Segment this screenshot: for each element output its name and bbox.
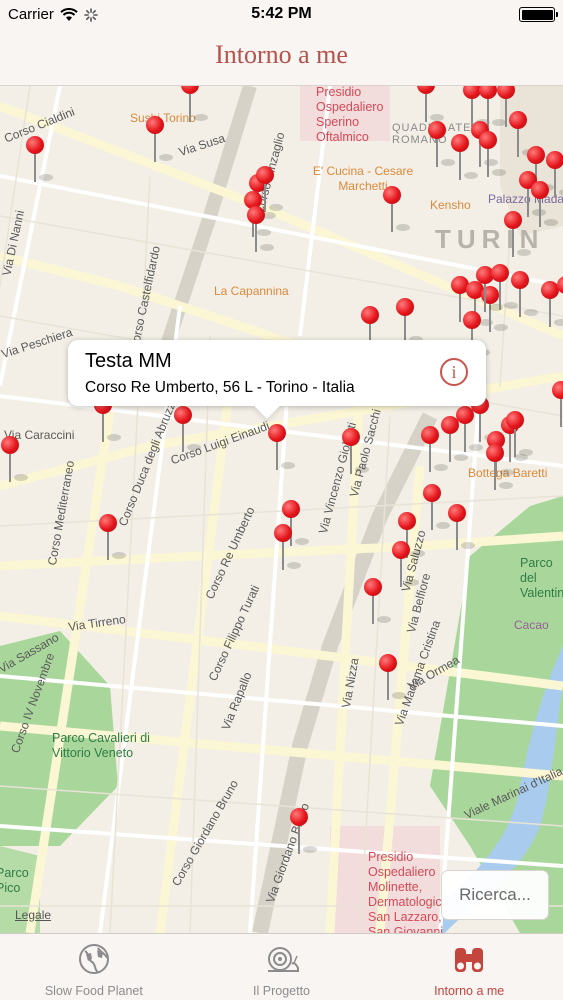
map-pin[interactable] — [510, 271, 538, 321]
binoculars-icon — [455, 948, 484, 972]
map-pin[interactable] — [450, 134, 478, 184]
navigation-bar: Intorno a me — [0, 30, 563, 86]
tab-il-progetto[interactable]: Il Progetto — [188, 934, 376, 1000]
map-pin[interactable] — [25, 136, 53, 186]
map-pin[interactable] — [341, 428, 369, 478]
map-pin[interactable] — [427, 121, 455, 171]
tab-label: Intorno a me — [434, 984, 505, 998]
status-time: 5:42 PM — [251, 5, 312, 22]
map-pin[interactable] — [422, 484, 450, 534]
callout-subtitle: Corso Re Umberto, 56 L - Torino - Italia — [85, 379, 355, 396]
park-label: Parco Cavalieri di Vittorio Veneto — [52, 731, 150, 760]
tab-slow-food-planet[interactable]: Slow Food Planet — [0, 934, 188, 1000]
park-label: Parco del Valentino — [520, 556, 563, 600]
map-pin[interactable] — [478, 131, 506, 181]
map-pin[interactable] — [382, 186, 410, 236]
map-pin[interactable] — [173, 406, 201, 456]
map-pin[interactable] — [416, 86, 444, 126]
info-button[interactable]: i — [440, 358, 468, 386]
annotation-callout[interactable]: Testa MM Corso Re Umberto, 56 L - Torino… — [68, 340, 486, 406]
map-pin[interactable] — [551, 381, 563, 431]
hospital-label: Presidio Ospedaliero Sperino Oftalmico — [316, 86, 384, 144]
map-pin[interactable] — [391, 541, 419, 591]
map-pin[interactable] — [0, 436, 28, 486]
battery-icon — [519, 7, 558, 22]
legal-link[interactable]: Legale — [15, 908, 51, 922]
map-pin[interactable] — [267, 424, 295, 474]
page-title: Intorno a me — [215, 40, 348, 69]
snail-icon — [267, 947, 299, 972]
map-pin[interactable] — [545, 151, 563, 201]
callout-title: Testa MM — [85, 350, 172, 372]
map-pin[interactable] — [447, 504, 475, 554]
poi-label: Cacao — [514, 618, 549, 632]
poi-label: Kensho — [430, 198, 471, 212]
map-pin[interactable] — [363, 578, 391, 628]
map-pin[interactable] — [485, 444, 513, 494]
status-bar: Carrier 5:42 PM — [0, 0, 563, 30]
tab-bar: Slow Food Planet Il Progetto Intorno a m… — [0, 933, 563, 1000]
search-button[interactable]: Ricerca... — [441, 870, 549, 920]
poi-label: La Capannina — [214, 284, 289, 298]
tab-intorno-a-me[interactable]: Intorno a me — [375, 934, 563, 1000]
map-pin[interactable] — [180, 86, 208, 126]
map-pin[interactable] — [505, 411, 533, 461]
map-view[interactable]: TURIN Corso Cialdini Corso Vinzaglio Via… — [0, 86, 563, 933]
map-pin[interactable] — [490, 264, 518, 314]
tab-label: Slow Food Planet — [44, 984, 143, 998]
map-pin[interactable] — [556, 276, 563, 326]
globe-icon — [78, 944, 109, 974]
map-pin[interactable] — [289, 808, 317, 858]
hospital-label: Presidio Ospedaliero Molinette, Dermatol… — [368, 850, 449, 933]
map-pin[interactable] — [98, 514, 126, 564]
map-pin[interactable] — [508, 111, 536, 161]
map-pin[interactable] — [420, 426, 448, 476]
map-pin[interactable] — [246, 206, 274, 256]
map-pin[interactable] — [145, 116, 173, 166]
map-pin[interactable] — [378, 654, 406, 704]
map-pin[interactable] — [273, 524, 301, 574]
park-label: Parco Pico — [0, 866, 29, 895]
map-pin[interactable] — [503, 211, 531, 261]
tab-label: Il Progetto — [253, 984, 310, 998]
